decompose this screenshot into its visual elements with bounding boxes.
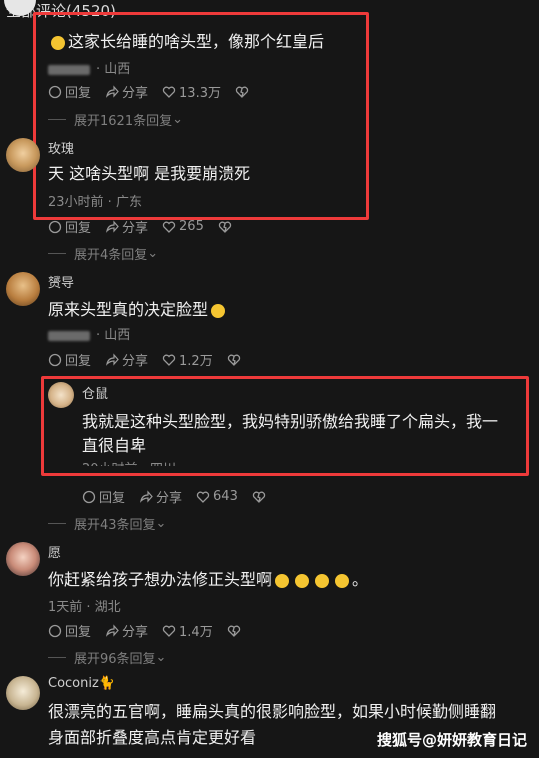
reply-icon: [48, 85, 62, 98]
share-icon: [106, 84, 119, 98]
emoji-icon: [51, 35, 65, 50]
emoji-icon: [295, 573, 310, 588]
comment-actions: 回复 分享 13.3万: [48, 82, 266, 101]
dislike-button[interactable]: [227, 624, 244, 638]
dislike-button[interactable]: [252, 490, 269, 504]
share-icon: [106, 352, 119, 366]
chevron-down-icon: ⌄: [155, 516, 167, 531]
heart-icon: [162, 86, 176, 98]
heart-icon: [162, 221, 176, 233]
like-button[interactable]: 1.4万: [162, 621, 213, 640]
broken-heart-icon: [235, 86, 249, 98]
comment-text: 原来头型真的决定脸型: [48, 296, 228, 324]
comment-text: 这家长给睡的啥头型，像那个红皇后: [48, 28, 324, 56]
divider: [48, 119, 66, 120]
share-button[interactable]: 分享: [105, 82, 148, 101]
blurred-time: [48, 64, 90, 75]
blurred-time: [48, 330, 90, 341]
divider: [48, 523, 66, 524]
chevron-down-icon: ⌄: [147, 246, 159, 261]
share-button[interactable]: 分享: [105, 621, 148, 640]
divider: [48, 657, 66, 658]
reply-button[interactable]: 回复: [48, 217, 91, 236]
comment-meta: · 山西: [48, 324, 130, 343]
divider: [48, 253, 66, 254]
user-name[interactable]: 玫瑰: [48, 138, 74, 157]
avatar[interactable]: [6, 676, 40, 710]
expand-replies[interactable]: 展开4条回复 ⌄: [48, 244, 158, 263]
comment-actions: 回复 分享 265: [48, 217, 249, 236]
reply-icon: [48, 624, 62, 637]
like-button[interactable]: 13.3万: [162, 82, 221, 101]
comment-text: 天 这啥头型啊 是我要崩溃死: [48, 164, 251, 183]
chevron-down-icon: ⌄: [172, 112, 183, 127]
user-name[interactable]: Coconiz🐈: [48, 676, 115, 691]
share-button[interactable]: 分享: [105, 350, 148, 369]
broken-heart-icon: [227, 625, 240, 637]
comment-actions: 回复 分享 643: [82, 487, 283, 506]
share-icon: [140, 489, 153, 503]
avatar[interactable]: [6, 138, 40, 172]
reply-icon: [48, 353, 62, 366]
like-button[interactable]: 643: [196, 489, 238, 504]
emoji-icon: [335, 573, 350, 588]
heart-icon: [162, 354, 176, 366]
broken-heart-icon: [227, 354, 240, 366]
heart-icon: [162, 625, 176, 637]
avatar[interactable]: [6, 272, 40, 306]
reply-icon: [82, 490, 96, 503]
reply-button[interactable]: 回复: [48, 621, 91, 640]
broken-heart-icon: [218, 221, 232, 233]
user-name[interactable]: 仓鼠: [82, 383, 108, 402]
dislike-button[interactable]: [235, 85, 252, 99]
share-button[interactable]: 分享: [105, 217, 148, 236]
reply-icon: [48, 220, 62, 233]
comment-actions: 回复 分享 1.2万: [48, 350, 258, 369]
reply-button[interactable]: 回复: [48, 350, 91, 369]
reply-button[interactable]: 回复: [82, 487, 125, 506]
comment-actions: 回复 分享 1.4万: [48, 621, 258, 640]
chevron-down-icon: ⌄: [155, 650, 167, 665]
expand-replies[interactable]: 展开43条回复 ⌄: [48, 514, 166, 533]
share-button[interactable]: 分享: [139, 487, 182, 506]
user-name[interactable]: 赟导: [48, 272, 74, 291]
like-button[interactable]: 265: [162, 219, 204, 234]
expand-replies[interactable]: 展开96条回复 ⌄: [48, 648, 166, 667]
comment-text: 直很自卑: [82, 436, 147, 455]
cat-icon: 🐈: [98, 676, 115, 691]
reply-button[interactable]: 回复: [48, 82, 91, 101]
like-button[interactable]: 1.2万: [162, 350, 213, 369]
avatar[interactable]: [6, 542, 40, 576]
share-icon: [106, 219, 119, 233]
comment-text: 身面部折叠度高点肯定更好看: [48, 728, 257, 747]
dislike-button[interactable]: [218, 220, 235, 234]
comment-meta: 23小时前 · 广东: [48, 195, 142, 210]
comment-meta: 20小时前 · 四川: [82, 458, 176, 466]
dislike-button[interactable]: [227, 353, 244, 367]
emoji-icon: [315, 573, 330, 588]
expand-replies[interactable]: 展开1621条回复 ⌄: [48, 110, 183, 129]
comment-meta: · 山西: [48, 58, 130, 77]
emoji-icon: [211, 303, 226, 318]
emoji-icon: [275, 573, 290, 588]
watermark: 搜狐号@妍妍教育日记: [376, 731, 527, 749]
heart-icon: [196, 491, 210, 503]
comment-text: 很漂亮的五官啊，睡扁头真的很影响脸型，如果小时候勤侧睡翻: [48, 702, 497, 721]
comment-text: 你赶紧给孩子想办法修正头型啊。: [48, 570, 369, 589]
avatar[interactable]: [48, 382, 74, 408]
comment-meta: 1天前 · 湖北: [48, 600, 121, 615]
broken-heart-icon: [252, 491, 266, 503]
user-name[interactable]: 愿: [48, 542, 61, 561]
share-icon: [106, 623, 119, 637]
